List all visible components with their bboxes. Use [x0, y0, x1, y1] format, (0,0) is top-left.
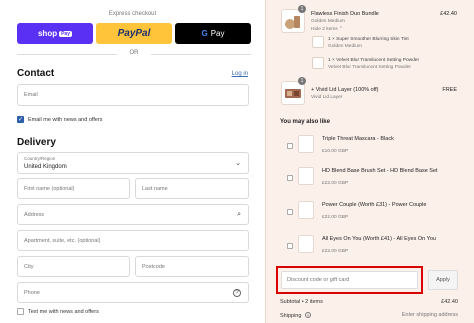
bundle-name: Flawless Finish Duo Bundle: [311, 11, 379, 17]
shop-pay-chip: Pay: [59, 30, 72, 37]
bundle-variant: Golden Medium: [311, 19, 345, 24]
apply-discount-button[interactable]: Apply: [428, 270, 458, 290]
subtotal-row: Subtotal • 2 items £42.40: [280, 299, 458, 305]
discount-code-input[interactable]: Discount code or gift card: [281, 271, 418, 289]
bundle-product-image: [285, 16, 300, 29]
shipping-label: Shipping: [280, 313, 302, 319]
postcode-placeholder: Postcode: [142, 263, 165, 270]
discount-highlight-box: Discount code or gift card: [276, 266, 423, 294]
newsletter-checkbox[interactable]: ✓: [17, 116, 24, 123]
country-label: Country/Region: [24, 156, 56, 161]
subtotal-label: Subtotal • 2 items: [280, 299, 323, 305]
phone-placeholder: Phone: [24, 289, 40, 296]
chevron-up-icon: ⌃: [339, 27, 344, 32]
express-checkout-title: Express checkout: [108, 11, 157, 17]
rec-2-price: £22.00 GBP: [322, 181, 349, 186]
shipping-row: Shipping ? Enter shipping address: [280, 312, 458, 319]
apartment-placeholder: Apartment, suite, etc. (optional): [24, 237, 101, 244]
login-link[interactable]: Log in: [232, 71, 248, 77]
gift-product-image: [285, 89, 301, 98]
help-icon[interactable]: ?: [233, 288, 241, 297]
city-field[interactable]: City: [17, 256, 130, 277]
rec-3-thumbnail: [298, 201, 314, 219]
phone-field[interactable]: Phone ?: [17, 282, 249, 303]
rec-4-price: £22.00 GBP: [322, 249, 349, 254]
rec-3-name[interactable]: Power Couple (Worth £31) - Power Couple: [322, 202, 426, 208]
country-value: United Kingdom: [24, 164, 67, 170]
search-icon: ⌕: [237, 210, 241, 218]
rec-2-name[interactable]: HD Blend Base Brush Set - HD Blend Base …: [322, 168, 438, 174]
bundle-qty-badge: 1: [298, 5, 306, 13]
gift-name: + Vivid Lid Layer (100% off): [311, 87, 379, 93]
paypal-label: PayPal: [117, 28, 151, 39]
email-placeholder: Email: [24, 92, 38, 98]
gift-variant: Vivid Lid Layer: [311, 95, 343, 100]
recommendations-title: You may also like: [280, 119, 330, 125]
or-divider: OR: [17, 50, 251, 58]
newsletter-option[interactable]: ✓ Email me with news and offers: [17, 116, 103, 123]
rec-1-checkbox[interactable]: [287, 143, 293, 149]
discount-placeholder: Discount code or gift card: [287, 277, 350, 283]
bundle-item-1-variant: Golden Medium: [328, 44, 362, 49]
email-field[interactable]: Email: [17, 84, 249, 106]
text-offers-label: Text me with news and offers: [28, 308, 99, 315]
first-name-placeholder: First name (optional): [24, 185, 75, 192]
shipping-info-icon[interactable]: ?: [304, 312, 311, 318]
gift-qty-badge: 1: [298, 77, 306, 85]
subtotal-value: £42.40: [441, 299, 458, 305]
rec-3-checkbox[interactable]: [287, 209, 293, 215]
shop-pay-button[interactable]: shop Pay: [17, 23, 93, 44]
rec-1-price: £10.00 GBP: [322, 149, 349, 154]
rec-2-thumbnail: [298, 167, 314, 185]
hide-items-label: Hide 2 items: [311, 27, 338, 32]
bundle-item-2-variant: Velvet Blur Translucent Setting Powder: [328, 65, 411, 70]
google-g-icon: G: [201, 29, 208, 38]
last-name-field[interactable]: Last name: [135, 178, 249, 199]
bundle-item-1-name: 1 × Super Smoother Blurring Skin Tint: [328, 37, 409, 42]
paypal-button[interactable]: PayPal: [96, 23, 172, 44]
country-select[interactable]: Country/Region United Kingdom ⌄: [17, 152, 249, 174]
bundle-item-2-thumbnail: [312, 57, 324, 69]
rec-3-price: £22.00 GBP: [322, 215, 349, 220]
first-name-field[interactable]: First name (optional): [17, 178, 130, 199]
bundle-item-2-name: 1 × Velvet Blur Translucent Setting Powd…: [328, 58, 420, 63]
shop-pay-label: shop: [37, 29, 58, 38]
newsletter-label: Email me with news and offers: [28, 116, 103, 123]
chevron-down-icon: ⌄: [235, 160, 241, 167]
contact-heading: Contact: [17, 68, 55, 79]
apartment-field[interactable]: Apartment, suite, etc. (optional): [17, 230, 249, 251]
or-text: OR: [129, 50, 139, 56]
address-field[interactable]: Address ⌕: [17, 204, 249, 225]
rec-1-name[interactable]: Triple Threat Mascara - Black: [322, 136, 394, 142]
rec-2-checkbox[interactable]: [287, 175, 293, 181]
rec-1-thumbnail: [298, 135, 314, 153]
text-offers-checkbox[interactable]: [17, 308, 24, 315]
gpay-label: Pay: [210, 29, 225, 38]
rec-4-thumbnail: [298, 235, 314, 253]
gift-price: FREE: [442, 87, 457, 93]
text-offers-option[interactable]: Text me with news and offers: [17, 308, 99, 315]
rec-4-name[interactable]: All Eyes On You (Worth £41) - All Eyes O…: [322, 236, 436, 242]
checkout-form-panel: Express checkout shop Pay PayPal G Pay O…: [0, 0, 265, 323]
shipping-value: Enter shipping address: [401, 312, 458, 318]
delivery-heading: Delivery: [17, 137, 56, 148]
postcode-field[interactable]: Postcode: [135, 256, 249, 277]
last-name-placeholder: Last name: [142, 185, 168, 192]
google-pay-button[interactable]: G Pay: [175, 23, 251, 44]
bundle-price: £42.40: [440, 11, 457, 17]
bundle-item-1-thumbnail: [312, 36, 324, 48]
address-placeholder: Address: [24, 211, 45, 218]
rec-4-checkbox[interactable]: [287, 243, 293, 249]
hide-items-toggle[interactable]: Hide 2 items ⌃: [311, 27, 343, 32]
city-placeholder: City: [24, 263, 34, 270]
